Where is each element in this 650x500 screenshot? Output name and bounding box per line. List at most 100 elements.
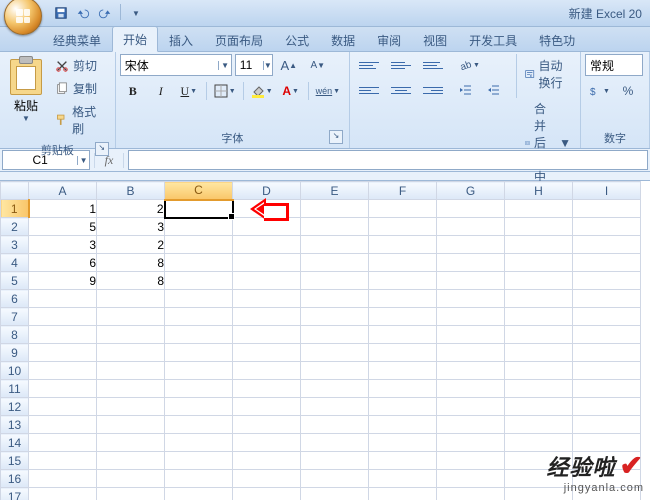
cell[interactable] xyxy=(97,398,165,416)
column-header[interactable]: F xyxy=(369,182,437,200)
cell[interactable] xyxy=(301,452,369,470)
increase-indent-button[interactable] xyxy=(480,79,506,101)
cell[interactable] xyxy=(233,362,301,380)
qat-dropdown-icon[interactable]: ▼ xyxy=(127,4,145,22)
cell[interactable] xyxy=(505,326,573,344)
cell[interactable] xyxy=(505,416,573,434)
cell[interactable] xyxy=(233,344,301,362)
align-left-button[interactable] xyxy=(354,79,384,101)
cell[interactable] xyxy=(505,308,573,326)
cell[interactable] xyxy=(505,290,573,308)
cell[interactable] xyxy=(301,290,369,308)
cell[interactable] xyxy=(437,380,505,398)
column-header[interactable]: D xyxy=(233,182,301,200)
cell[interactable] xyxy=(233,452,301,470)
tab-3[interactable]: 页面布局 xyxy=(204,27,274,52)
row-header[interactable]: 12 xyxy=(1,398,29,416)
save-icon[interactable] xyxy=(52,4,70,22)
cell[interactable] xyxy=(165,398,233,416)
cell[interactable] xyxy=(437,398,505,416)
cell[interactable] xyxy=(29,362,97,380)
font-name-input[interactable] xyxy=(121,58,219,72)
cell[interactable] xyxy=(369,308,437,326)
cell[interactable] xyxy=(301,236,369,254)
cell[interactable] xyxy=(369,416,437,434)
cell[interactable] xyxy=(29,488,97,500)
cell[interactable] xyxy=(573,200,641,218)
cell[interactable] xyxy=(437,488,505,500)
cell[interactable] xyxy=(437,218,505,236)
cell[interactable] xyxy=(29,398,97,416)
cell[interactable] xyxy=(165,434,233,452)
cell[interactable] xyxy=(573,236,641,254)
font-size-input[interactable] xyxy=(236,58,263,72)
cell[interactable] xyxy=(573,254,641,272)
cell[interactable] xyxy=(573,326,641,344)
cell[interactable] xyxy=(97,452,165,470)
cell[interactable] xyxy=(369,470,437,488)
cell[interactable] xyxy=(369,488,437,500)
cell[interactable] xyxy=(301,254,369,272)
cell[interactable] xyxy=(301,488,369,500)
cut-button[interactable]: 剪切 xyxy=(50,55,111,76)
cell[interactable] xyxy=(369,236,437,254)
cell[interactable] xyxy=(233,326,301,344)
tab-6[interactable]: 审阅 xyxy=(366,27,412,52)
cell[interactable] xyxy=(29,452,97,470)
cell[interactable] xyxy=(165,344,233,362)
cell[interactable] xyxy=(165,470,233,488)
tab-0[interactable]: 经典菜单 xyxy=(42,27,112,52)
cell[interactable] xyxy=(301,398,369,416)
cell[interactable] xyxy=(505,236,573,254)
copy-button[interactable]: 复制 xyxy=(50,78,111,99)
redo-icon[interactable] xyxy=(96,4,114,22)
cell[interactable] xyxy=(301,434,369,452)
cell[interactable] xyxy=(437,470,505,488)
format-painter-button[interactable]: 格式刷 xyxy=(50,101,111,139)
cell[interactable] xyxy=(97,380,165,398)
cell[interactable] xyxy=(369,452,437,470)
cell[interactable] xyxy=(369,218,437,236)
percent-button[interactable]: % xyxy=(615,80,641,102)
cell[interactable] xyxy=(301,200,369,218)
row-header[interactable]: 9 xyxy=(1,344,29,362)
row-header[interactable]: 4 xyxy=(1,254,29,272)
cell[interactable] xyxy=(437,254,505,272)
cell[interactable] xyxy=(301,326,369,344)
merge-center-button[interactable]: 合并后居中▼ xyxy=(520,98,576,187)
cell[interactable]: 2 xyxy=(97,236,165,254)
cell[interactable] xyxy=(233,434,301,452)
cell[interactable] xyxy=(301,362,369,380)
cell[interactable] xyxy=(573,290,641,308)
cell[interactable] xyxy=(165,290,233,308)
row-header[interactable]: 1 xyxy=(1,200,29,218)
cell[interactable] xyxy=(301,416,369,434)
cell[interactable] xyxy=(573,272,641,290)
cell[interactable] xyxy=(369,200,437,218)
cell[interactable] xyxy=(369,326,437,344)
cell[interactable]: 2 xyxy=(97,200,165,218)
cell[interactable] xyxy=(233,272,301,290)
align-bottom-button[interactable] xyxy=(418,54,448,76)
font-dialog-icon[interactable]: ↘ xyxy=(329,130,343,144)
cell[interactable] xyxy=(573,344,641,362)
cell[interactable] xyxy=(97,416,165,434)
orientation-button[interactable]: ab▼ xyxy=(452,54,486,76)
row-header[interactable]: 8 xyxy=(1,326,29,344)
cell[interactable] xyxy=(573,416,641,434)
row-header[interactable]: 10 xyxy=(1,362,29,380)
cell[interactable] xyxy=(437,290,505,308)
cell[interactable] xyxy=(301,380,369,398)
cell[interactable] xyxy=(369,272,437,290)
cell[interactable] xyxy=(369,434,437,452)
cell[interactable] xyxy=(165,308,233,326)
cell[interactable] xyxy=(97,362,165,380)
cell[interactable] xyxy=(301,344,369,362)
cell[interactable] xyxy=(29,380,97,398)
row-header[interactable]: 11 xyxy=(1,380,29,398)
italic-button[interactable]: I xyxy=(148,80,174,102)
cell[interactable] xyxy=(165,236,233,254)
cell[interactable] xyxy=(97,290,165,308)
cell[interactable] xyxy=(233,470,301,488)
cell[interactable] xyxy=(233,254,301,272)
